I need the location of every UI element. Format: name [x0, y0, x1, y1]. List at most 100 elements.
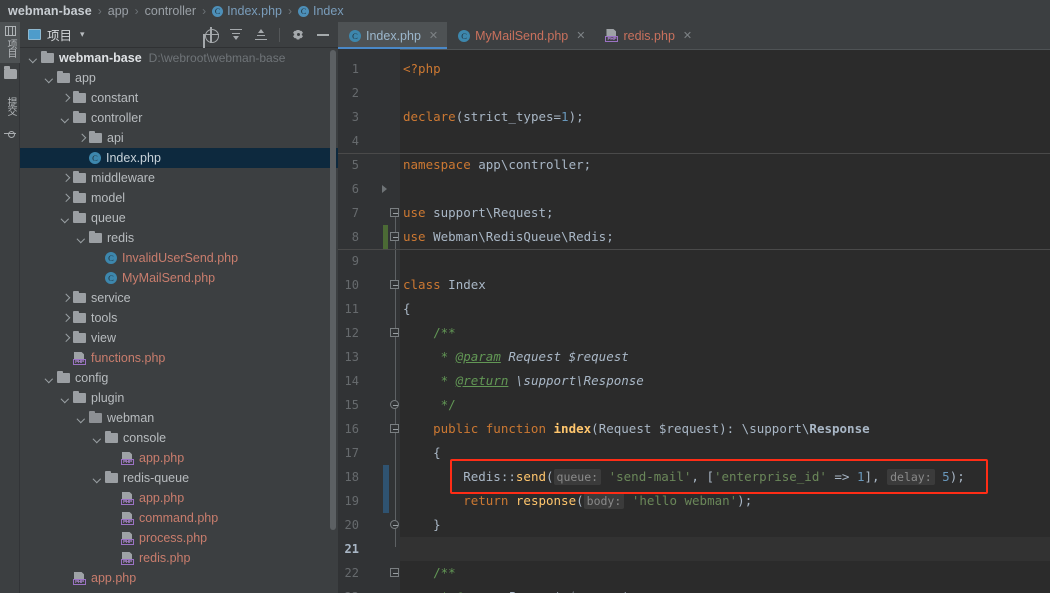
code-line[interactable]: public function index(Request $request):…: [400, 417, 1050, 441]
code-folding-column[interactable]: [382, 49, 400, 593]
hide-panel-icon[interactable]: [316, 28, 330, 42]
tree-row[interactable]: C InvalidUserSend.php: [20, 248, 338, 268]
tree-row[interactable]: view: [20, 328, 338, 348]
tree-row[interactable]: console: [20, 428, 338, 448]
editor-tab-index-php[interactable]: C Index.php ✕: [338, 22, 448, 49]
code-line[interactable]: * @param Request $request: [400, 585, 1050, 593]
code-line[interactable]: [400, 129, 1050, 153]
breadcrumb-item-index[interactable]: C Index: [297, 4, 344, 18]
chevron-down-icon[interactable]: [76, 413, 87, 424]
tree-row[interactable]: redis: [20, 228, 338, 248]
project-tree[interactable]: webman-base D:\webroot\webman-base app cons…: [20, 48, 338, 593]
tree-row[interactable]: config: [20, 368, 338, 388]
fold-toggle-icon[interactable]: [390, 424, 399, 433]
project-panel-title-group[interactable]: 项目 ▾: [20, 25, 85, 44]
chevron-down-icon[interactable]: [60, 393, 71, 404]
code-line[interactable]: use support\Request;: [400, 201, 1050, 225]
collapse-all-icon[interactable]: [254, 28, 268, 42]
breadcrumb-item-webman-base[interactable]: webman-base: [8, 4, 92, 18]
breadcrumb-item-index-php[interactable]: C Index.php: [212, 4, 282, 18]
code-line[interactable]: <?php: [400, 57, 1050, 81]
code-line[interactable]: * @param Request $request: [400, 345, 1050, 369]
code-line[interactable]: use Webman\RedisQueue\Redis;: [400, 225, 1050, 249]
fold-toggle-icon[interactable]: [390, 520, 399, 529]
tree-row[interactable]: controller: [20, 108, 338, 128]
chevron-right-icon[interactable]: [60, 173, 71, 184]
code-line[interactable]: {: [400, 441, 1050, 465]
vcs-change-marker-modified[interactable]: [383, 465, 389, 513]
code-line[interactable]: [400, 81, 1050, 105]
code-line[interactable]: /**: [400, 561, 1050, 585]
chevron-right-icon[interactable]: [60, 313, 71, 324]
tree-row[interactable]: app: [20, 68, 338, 88]
code-line[interactable]: }: [400, 513, 1050, 537]
tree-row[interactable]: PHP app.php: [20, 488, 338, 508]
fold-toggle-icon[interactable]: [390, 328, 399, 337]
tree-row[interactable]: constant: [20, 88, 338, 108]
tree-row[interactable]: queue: [20, 208, 338, 228]
fold-toggle-icon[interactable]: [390, 232, 399, 241]
tree-row[interactable]: api: [20, 128, 338, 148]
project-tree-scrollbar[interactable]: [330, 50, 336, 530]
chevron-down-icon[interactable]: [60, 213, 71, 224]
tree-row[interactable]: webman: [20, 408, 338, 428]
tree-row[interactable]: C MyMailSend.php: [20, 268, 338, 288]
tree-row[interactable]: service: [20, 288, 338, 308]
tree-row-selected[interactable]: C Index.php: [20, 148, 338, 168]
chevron-right-icon[interactable]: [76, 133, 87, 144]
editor-tab-redis-php[interactable]: PHP redis.php ✕: [594, 22, 701, 49]
editor-tab-mymailsend-php[interactable]: C MyMailSend.php ✕: [447, 22, 594, 49]
code-line[interactable]: * @return \support\Response: [400, 369, 1050, 393]
code-editor[interactable]: 1234567891011121314151617181920212223242…: [338, 49, 1050, 593]
vcs-change-marker[interactable]: [383, 225, 388, 249]
breadcrumb-item-app[interactable]: app: [108, 4, 129, 18]
code-line[interactable]: [400, 537, 1050, 561]
chevron-right-icon[interactable]: [60, 333, 71, 344]
chevron-right-icon[interactable]: [60, 193, 71, 204]
chevron-down-icon[interactable]: [44, 73, 55, 84]
code-line[interactable]: [400, 249, 1050, 273]
tool-window-button-project[interactable]: 项目: [0, 22, 20, 63]
tree-row[interactable]: PHP process.php: [20, 528, 338, 548]
chevron-right-icon[interactable]: [60, 293, 71, 304]
select-opened-file-icon[interactable]: [203, 26, 219, 43]
code-line[interactable]: */: [400, 393, 1050, 417]
close-icon[interactable]: ✕: [576, 30, 585, 41]
code-line[interactable]: [400, 177, 1050, 201]
code-line[interactable]: class Index: [400, 273, 1050, 297]
tree-row[interactable]: PHP functions.php: [20, 348, 338, 368]
tool-window-button-folder[interactable]: [0, 63, 20, 85]
tree-row[interactable]: webman-base D:\webroot\webman-base: [20, 48, 338, 68]
fold-toggle-icon[interactable]: [390, 568, 399, 577]
fold-toggle-icon[interactable]: [390, 400, 399, 409]
tree-row[interactable]: tools: [20, 308, 338, 328]
code-line[interactable]: Redis::send(queue: 'send-mail', ['enterp…: [400, 465, 1050, 489]
tree-row[interactable]: PHP command.php: [20, 508, 338, 528]
chevron-down-icon[interactable]: [44, 373, 55, 384]
chevron-down-icon[interactable]: [28, 53, 39, 64]
tree-row[interactable]: model: [20, 188, 338, 208]
tree-row[interactable]: PHP app.php: [20, 568, 338, 588]
code-line[interactable]: return response(body: 'hello webman');: [400, 489, 1050, 513]
fold-toggle-icon[interactable]: [390, 208, 399, 217]
chevron-down-icon[interactable]: ▾: [80, 29, 85, 40]
code-line[interactable]: {: [400, 297, 1050, 321]
tree-row[interactable]: plugin: [20, 388, 338, 408]
code-line[interactable]: declare(strict_types=1);: [400, 105, 1050, 129]
close-icon[interactable]: ✕: [683, 30, 692, 41]
settings-gear-icon[interactable]: [291, 28, 305, 42]
fold-toggle-icon[interactable]: [390, 280, 399, 289]
code-line[interactable]: namespace app\controller;: [400, 153, 1050, 177]
chevron-down-icon[interactable]: [60, 113, 71, 124]
tree-row[interactable]: middleware: [20, 168, 338, 188]
code-content[interactable]: <?php declare(strict_types=1); namespace a…: [338, 49, 1050, 593]
tool-window-button-commit[interactable]: 提交: [0, 85, 20, 121]
expand-all-icon[interactable]: [229, 28, 243, 42]
breadcrumb-item-controller[interactable]: controller: [145, 4, 196, 18]
chevron-down-icon[interactable]: [92, 433, 103, 444]
chevron-right-icon[interactable]: [60, 93, 71, 104]
tree-row[interactable]: redis-queue: [20, 468, 338, 488]
tool-window-button-structure[interactable]: [0, 121, 20, 144]
code-line[interactable]: /**: [400, 321, 1050, 345]
run-gutter-icon[interactable]: [381, 184, 390, 193]
